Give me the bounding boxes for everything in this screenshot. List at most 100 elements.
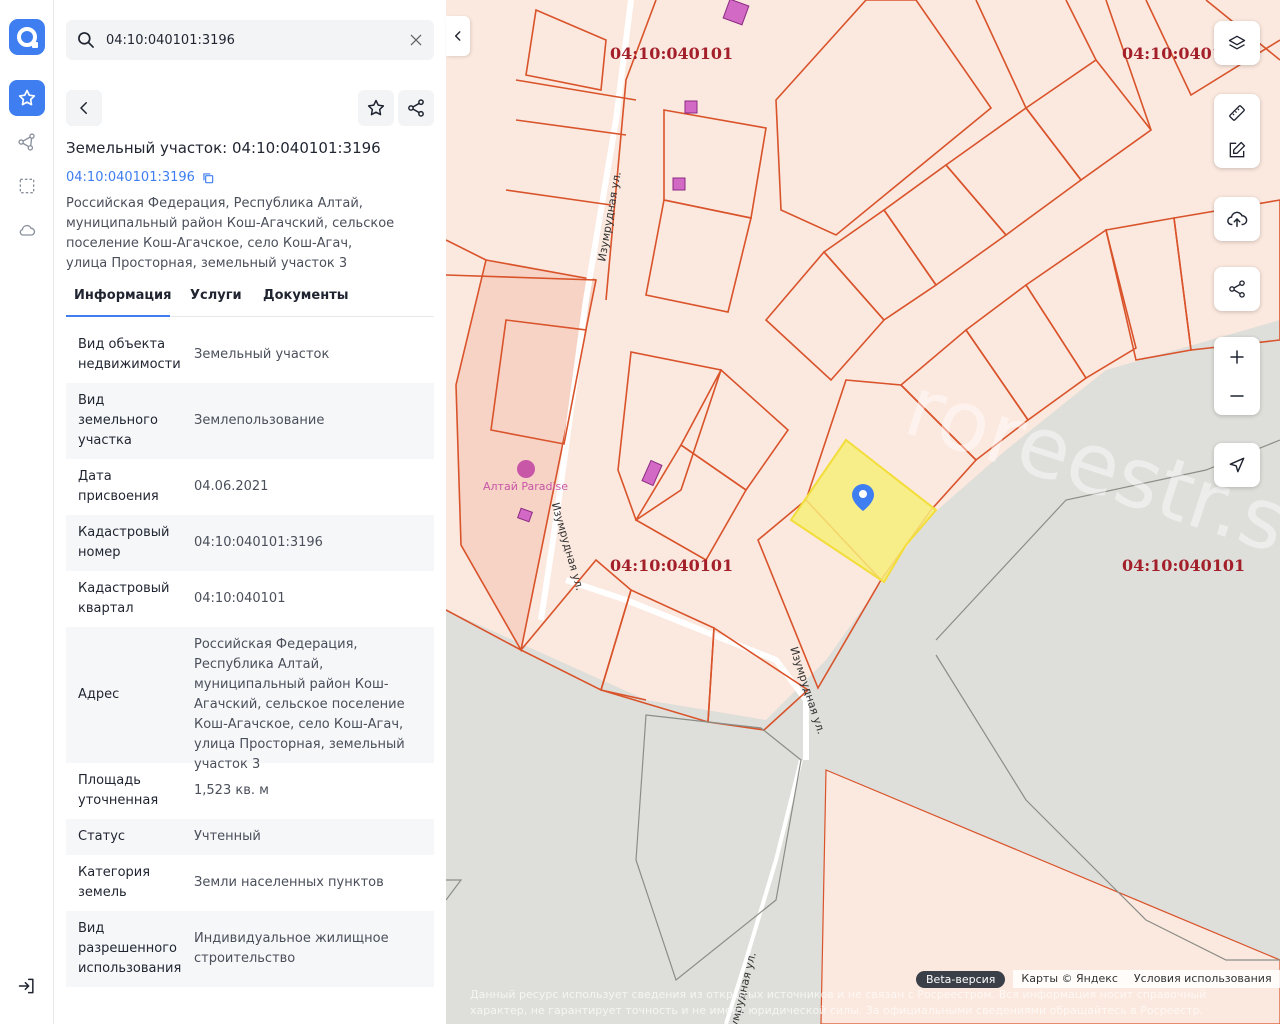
copy-icon[interactable] <box>201 171 215 185</box>
table-row: Статус Учтенный <box>66 819 434 855</box>
row-value: Земли населенных пунктов <box>194 875 384 890</box>
collapse-panel-button[interactable] <box>446 16 470 56</box>
back-button[interactable] <box>66 90 102 126</box>
poi-label: Алтай Paradise <box>483 480 569 493</box>
info-table: Вид объекта недвижимости Земельный участ… <box>66 327 434 987</box>
row-key: Площадь уточненная <box>78 773 159 808</box>
address-text: Российская Федерация, Республика Алтай, … <box>66 196 395 271</box>
table-row: Кадастровый номер 04:10:040101:3196 <box>66 515 434 571</box>
row-value: 04:10:040101:3196 <box>194 535 323 550</box>
table-row: Вид разрешенного использования Индивидуа… <box>66 911 434 987</box>
row-key: Адрес <box>78 687 120 702</box>
quarter-label: 04:10:0401 <box>1122 44 1223 63</box>
page-title: Земельный участок: 04:10:040101:3196 <box>66 139 381 157</box>
ruler-button[interactable] <box>1214 94 1260 131</box>
cadastral-link-label[interactable]: 04:10:040101:3196 <box>66 170 195 185</box>
map-footer: Beta-версия Карты © Яндекс Условия испол… <box>916 970 1280 988</box>
cloud-button[interactable] <box>9 212 45 248</box>
share-icon <box>408 99 424 117</box>
row-value: Земельный участок <box>194 347 330 362</box>
search-icon <box>78 32 94 48</box>
minus-icon <box>1230 394 1244 397</box>
row-key: Вид земельного участка <box>78 393 158 448</box>
navigation-arrow-icon <box>1229 457 1245 473</box>
disclaimer-text: Данный ресурс использует сведения из отк… <box>470 988 1207 1017</box>
table-row: Вид объекта недвижимости Земельный участ… <box>66 327 434 383</box>
row-value: Индивидуальное жилищное строительство <box>194 931 389 966</box>
tab-documents[interactable]: Документы <box>263 283 349 317</box>
cloud-icon <box>19 224 36 236</box>
tab-bar: Информация Услуги Документы <box>66 283 434 317</box>
row-value: 04.06.2021 <box>194 479 269 494</box>
table-row: Дата присвоения 04.06.2021 <box>66 459 434 515</box>
favorites-button[interactable] <box>9 80 45 116</box>
quarter-label: 04:10:040101 <box>610 44 734 63</box>
edit-button[interactable] <box>1214 131 1260 168</box>
layers-button[interactable] <box>1214 21 1260 65</box>
row-key: Дата присвоения <box>78 469 159 504</box>
route-button[interactable] <box>9 124 45 160</box>
select-area-button[interactable] <box>9 168 45 204</box>
row-key: Вид объекта недвижимости <box>78 337 181 372</box>
app-logo[interactable] <box>9 19 45 55</box>
row-key: Кадастровый номер <box>78 525 170 560</box>
quarter-label: 04:10:040101 <box>610 556 734 575</box>
hotel-icon <box>516 460 535 478</box>
row-value: Российская Федерация, Республика Алтай, … <box>194 637 405 772</box>
geolocation-button[interactable] <box>1214 443 1260 487</box>
cadastral-link[interactable]: 04:10:040101:3196 <box>66 170 215 185</box>
cadastral-map[interactable]: roreestr.shop 04:10:040101 04:10:0401 04… <box>446 0 1280 1024</box>
table-row: Кадастровый квартал 04:10:040101 <box>66 571 434 627</box>
ruler-icon <box>1229 104 1245 121</box>
favorite-button[interactable] <box>358 90 394 126</box>
zoom-out-button[interactable] <box>1214 376 1260 415</box>
tab-information[interactable]: Информация <box>66 283 172 317</box>
zoom-in-button[interactable] <box>1214 337 1260 376</box>
table-row: Площадь уточненная 1,523 кв. м <box>66 763 434 819</box>
tab-services[interactable]: Услуги <box>190 283 242 317</box>
left-rail <box>0 0 54 1024</box>
table-row: Категория земель Земли населенных пункто… <box>66 855 434 911</box>
edit-icon <box>1229 141 1246 157</box>
search-bar <box>66 20 434 60</box>
beta-badge: Beta-версия <box>916 970 1006 988</box>
terms-link[interactable]: Условия использования <box>1125 970 1280 988</box>
zoom-control <box>1214 337 1260 415</box>
star-icon <box>18 89 36 106</box>
row-key: Вид разрешенного использования <box>78 921 182 976</box>
row-key: Кадастровый квартал <box>78 581 170 616</box>
quarter-label: 04:10:040101 <box>1122 556 1246 575</box>
share-control <box>1214 267 1260 311</box>
share-button[interactable] <box>398 90 434 126</box>
search-input[interactable] <box>106 20 396 60</box>
layers-control <box>1214 21 1260 65</box>
chevron-left-icon <box>454 31 461 41</box>
star-icon <box>367 99 385 116</box>
layers-icon <box>1228 35 1246 50</box>
yandex-copyright-link[interactable]: Карты © Яндекс <box>1013 970 1126 988</box>
upload-button[interactable] <box>1214 197 1260 241</box>
dashed-square-icon <box>19 178 35 194</box>
tools-control <box>1214 94 1260 168</box>
chevron-left-icon <box>80 102 87 114</box>
upload-control <box>1214 197 1260 241</box>
cloud-upload-icon <box>1227 211 1248 228</box>
row-key: Статус <box>78 829 126 844</box>
share-icon <box>1229 280 1245 298</box>
logout-icon <box>18 978 34 994</box>
row-value: Учтенный <box>194 829 261 844</box>
logout-button[interactable] <box>9 968 45 1004</box>
row-value: Землепользование <box>194 413 325 428</box>
table-row: Вид земельного участка Землепользование <box>66 383 434 459</box>
info-panel: Земельный участок: 04:10:040101:3196 04:… <box>54 0 446 1024</box>
row-value: 04:10:040101 <box>194 591 286 606</box>
close-icon[interactable] <box>408 32 424 48</box>
geolocation-control <box>1214 443 1260 487</box>
table-row: Адрес Российская Федерация, Республика А… <box>66 627 434 772</box>
map-share-button[interactable] <box>1214 267 1260 311</box>
poi-marker[interactable]: Алтай Paradise <box>483 460 568 493</box>
plus-icon <box>1230 349 1244 364</box>
nodes-icon <box>18 133 35 151</box>
row-key: Категория земель <box>78 865 151 900</box>
row-value: 1,523 кв. м <box>194 783 269 798</box>
